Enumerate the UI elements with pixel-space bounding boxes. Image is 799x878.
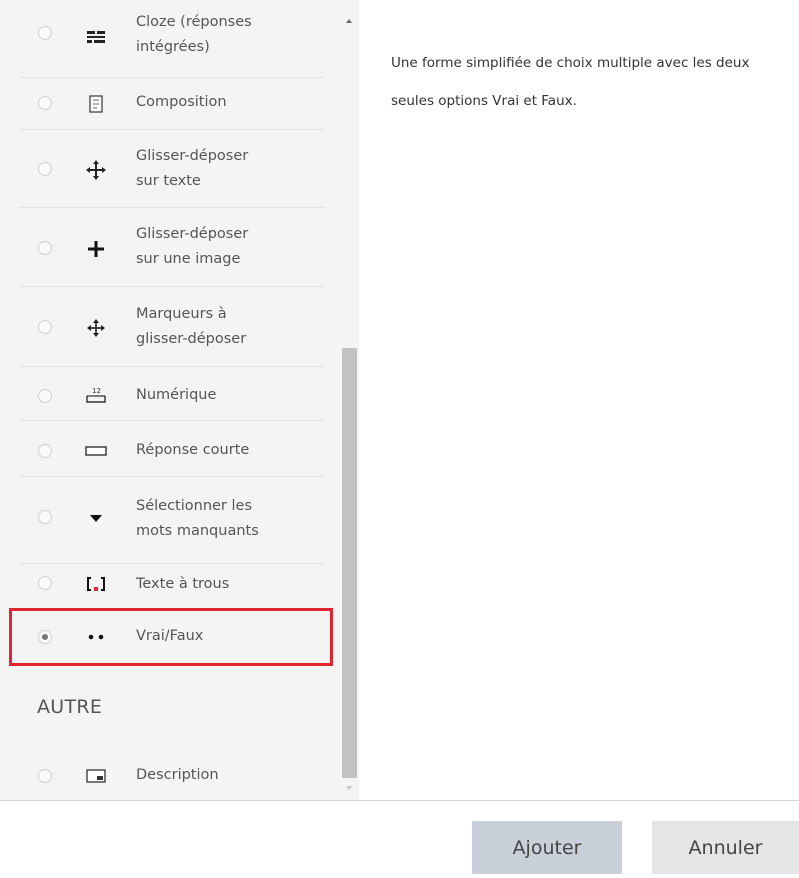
option-label: Réponse courte xyxy=(136,442,250,458)
cancel-button[interactable]: Annuler xyxy=(652,821,799,874)
radio-drag-drop-text[interactable] xyxy=(38,162,52,176)
list-scrollbar[interactable] xyxy=(340,0,359,800)
scroll-down-arrow-icon[interactable] xyxy=(346,786,352,790)
drag-drop-text-icon xyxy=(84,158,108,182)
short-answer-icon xyxy=(84,439,108,463)
drag-drop-markers-icon xyxy=(84,316,108,340)
footer-divider xyxy=(0,800,799,801)
option-label: Sélectionner les mots manquants xyxy=(136,498,259,539)
selected-option-highlight xyxy=(9,608,333,666)
cloze-icon xyxy=(84,26,108,50)
option-gap-text[interactable]: Texte à trous xyxy=(20,564,324,608)
option-drag-drop-text[interactable]: Glisser-déposer sur texte xyxy=(20,130,324,208)
option-label: Description xyxy=(136,767,219,783)
option-description[interactable]: Description xyxy=(20,750,324,800)
description-icon xyxy=(84,764,108,788)
option-select-missing-words[interactable]: Sélectionner les mots manquants xyxy=(20,477,324,564)
option-drag-drop-markers[interactable]: Marqueurs à glisser-déposer xyxy=(20,287,324,367)
option-composition[interactable]: Composition xyxy=(20,78,324,130)
option-drag-drop-image[interactable]: Glisser-déposer sur une image xyxy=(20,208,324,287)
radio-description[interactable] xyxy=(38,769,52,783)
section-heading-other: AUTRE xyxy=(37,696,103,718)
scroll-up-arrow-icon[interactable] xyxy=(346,19,352,23)
option-label: Texte à trous xyxy=(136,576,230,592)
essay-icon xyxy=(84,92,108,116)
option-label: Numérique xyxy=(136,387,217,403)
option-label: Glisser-déposer sur une image xyxy=(136,226,249,267)
scrollbar-thumb[interactable] xyxy=(342,348,357,778)
question-type-description: Une forme simplifiée de choix multiple a… xyxy=(391,55,750,109)
option-cloze[interactable]: Cloze (réponses intégrées) xyxy=(20,0,324,78)
radio-drag-drop-markers[interactable] xyxy=(38,320,52,334)
drag-drop-image-icon xyxy=(84,237,108,261)
option-label: Cloze (réponses intégrées) xyxy=(136,14,252,55)
select-missing-words-icon xyxy=(84,506,108,530)
radio-drag-drop-image[interactable] xyxy=(38,241,52,255)
numerical-icon: 12 xyxy=(84,383,108,407)
radio-cloze[interactable] xyxy=(38,26,52,40)
question-type-list: Cloze (réponses intégrées) Composition G… xyxy=(0,0,340,800)
option-numerical[interactable]: 12 Numérique xyxy=(20,367,324,421)
radio-numerical[interactable] xyxy=(38,389,52,403)
option-label: Marqueurs à glisser-déposer xyxy=(136,306,247,347)
gap-text-icon xyxy=(84,572,108,596)
radio-short-answer[interactable] xyxy=(38,444,52,458)
add-button[interactable]: Ajouter xyxy=(472,821,622,874)
svg-text:12: 12 xyxy=(92,387,101,395)
radio-gap-text[interactable] xyxy=(38,576,52,590)
option-short-answer[interactable]: Réponse courte xyxy=(20,421,324,477)
option-label: Composition xyxy=(136,94,227,110)
option-label: Glisser-déposer sur texte xyxy=(136,148,249,189)
radio-composition[interactable] xyxy=(38,96,52,110)
radio-select-missing-words[interactable] xyxy=(38,510,52,524)
